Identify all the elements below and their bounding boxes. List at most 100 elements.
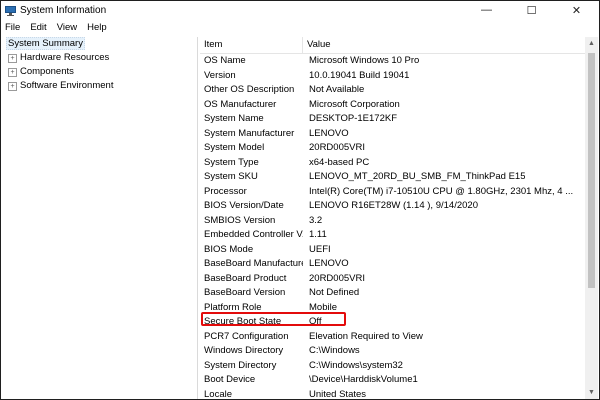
row-item: OS Manufacturer <box>204 98 277 110</box>
row-value: DESKTOP-1E172KF <box>309 113 398 124</box>
row-item: Version <box>204 69 236 81</box>
row-value: Intel(R) Core(TM) i7-10510U CPU @ 1.80GH… <box>309 185 574 197</box>
row-item: SMBIOS Version <box>204 214 276 226</box>
monitor-icon <box>5 5 16 16</box>
list-row[interactable]: OS Manufacturer Microsoft Corporation <box>200 98 585 113</box>
row-item: Boot Device <box>204 374 256 385</box>
row-item: Secure Boot State <box>204 316 282 327</box>
menu-edit[interactable]: Edit <box>25 22 51 33</box>
list-row[interactable]: Platform Role Mobile <box>200 301 585 316</box>
list-row[interactable]: Locale United States <box>200 388 585 400</box>
menu-file[interactable]: File <box>1 22 25 33</box>
list-row[interactable]: System Model 20RD005VRI <box>200 141 585 156</box>
list-row[interactable]: PCR7 Configuration Elevation Required to … <box>200 330 585 345</box>
list-row[interactable]: Secure Boot State Off <box>200 315 585 330</box>
row-value: LENOVO <box>309 127 349 139</box>
row-item: Embedded Controller V... <box>204 229 303 240</box>
row-value: 1.11 <box>309 229 327 240</box>
row-value: Not Defined <box>309 287 360 298</box>
scroll-thumb[interactable] <box>588 53 595 288</box>
window-title: System Information <box>20 4 107 16</box>
tree-item-label: Software Environment <box>20 80 114 91</box>
row-item: System Type <box>204 156 259 168</box>
row-value: Microsoft Corporation <box>309 98 400 110</box>
row-item: Processor <box>204 185 247 197</box>
tree-item-label: Components <box>20 66 74 77</box>
details-list: Item Value OS Name Microsoft Windows 10 P… <box>200 37 585 399</box>
list-row[interactable]: Boot Device \Device\HarddiskVolume1 <box>200 373 585 388</box>
expand-icon[interactable]: + <box>8 67 17 77</box>
row-item: System Directory <box>204 359 277 371</box>
list-row[interactable]: System Name DESKTOP-1E172KF <box>200 112 585 127</box>
tree-item-system-summary[interactable]: System Summary <box>3 37 197 51</box>
expand-icon[interactable]: + <box>8 81 17 91</box>
row-value: LENOVO <box>309 258 349 269</box>
tree-item-label: Hardware Resources <box>20 52 110 63</box>
list-row[interactable]: Processor Intel(R) Core(TM) i7-10510U CPU… <box>200 185 585 200</box>
expand-icon[interactable]: + <box>8 53 17 63</box>
list-row[interactable]: Windows Directory C:\Windows <box>200 344 585 359</box>
row-value: 20RD005VRI <box>309 272 365 284</box>
tree-item-components[interactable]: + Components <box>3 65 197 79</box>
system-information-window: System Information — ☐ ✕ File Edit View … <box>0 0 600 400</box>
title-bar[interactable]: System Information — ☐ ✕ <box>1 1 599 19</box>
row-item: System SKU <box>204 171 258 182</box>
list-row[interactable]: System SKU LENOVO_MT_20RD_BU_SMB_FM_Think… <box>200 170 585 185</box>
row-item: Locale <box>204 388 232 400</box>
row-value: Microsoft Windows 10 Pro <box>309 55 420 66</box>
row-item: BaseBoard Version <box>204 287 286 298</box>
row-item: BIOS Version/Date <box>204 200 284 211</box>
menu-view[interactable]: View <box>52 22 82 33</box>
row-value: Elevation Required to View <box>309 330 423 342</box>
row-item: Platform Role <box>204 301 262 313</box>
row-item: BaseBoard Product <box>204 272 287 284</box>
row-item: Other OS Description <box>204 84 295 95</box>
vertical-scrollbar[interactable]: ▲ ▼ <box>585 37 598 399</box>
tree-item-hardware-resources[interactable]: + Hardware Resources <box>3 51 197 65</box>
row-item: BIOS Mode <box>204 243 254 255</box>
column-header-item[interactable]: Item <box>200 37 303 53</box>
list-row[interactable]: BaseBoard Product 20RD005VRI <box>200 272 585 287</box>
menu-help[interactable]: Help <box>82 22 112 33</box>
list-row[interactable]: Other OS Description Not Available <box>200 83 585 98</box>
row-item: Windows Directory <box>204 345 284 356</box>
row-value: x64-based PC <box>309 156 370 168</box>
row-value: Not Available <box>309 84 365 95</box>
maximize-button[interactable]: ☐ <box>509 1 554 19</box>
row-value: United States <box>309 388 367 400</box>
row-value: LENOVO_MT_20RD_BU_SMB_FM_ThinkPad E15 <box>309 171 526 182</box>
list-row[interactable]: Embedded Controller V... 1.11 <box>200 228 585 243</box>
list-row[interactable]: System Manufacturer LENOVO <box>200 127 585 142</box>
row-value: Off <box>309 316 322 327</box>
row-value: C:\Windows <box>309 345 360 356</box>
row-item: System Manufacturer <box>204 127 295 139</box>
list-header: Item Value <box>200 37 585 54</box>
row-item: System Model <box>204 142 265 153</box>
scroll-down-arrow-icon[interactable]: ▼ <box>585 386 598 399</box>
list-row[interactable]: BIOS Version/Date LENOVO R16ET28W (1.14 )… <box>200 199 585 214</box>
row-value: 10.0.19041 Build 19041 <box>309 69 410 81</box>
minimize-button[interactable]: — <box>464 1 509 19</box>
row-value: \Device\HarddiskVolume1 <box>309 374 418 385</box>
row-item: OS Name <box>204 55 246 66</box>
list-row[interactable]: BaseBoard Manufacturer LENOVO <box>200 257 585 272</box>
row-item: System Name <box>204 113 264 124</box>
list-row[interactable]: System Directory C:\Windows\system32 <box>200 359 585 374</box>
row-value: 20RD005VRI <box>309 142 365 153</box>
tree-item-software-environment[interactable]: + Software Environment <box>3 79 197 93</box>
row-value: Mobile <box>309 301 337 313</box>
row-value: LENOVO R16ET28W (1.14 ), 9/14/2020 <box>309 200 478 211</box>
list-row[interactable]: BIOS Mode UEFI <box>200 243 585 258</box>
list-row[interactable]: OS Name Microsoft Windows 10 Pro <box>200 54 585 69</box>
list-row[interactable]: System Type x64-based PC <box>200 156 585 171</box>
row-item: BaseBoard Manufacturer <box>204 258 303 269</box>
list-row[interactable]: BaseBoard Version Not Defined <box>200 286 585 301</box>
column-header-value[interactable]: Value <box>303 37 331 53</box>
row-value: 3.2 <box>309 214 323 226</box>
row-item: PCR7 Configuration <box>204 330 289 342</box>
list-row[interactable]: Version 10.0.19041 Build 19041 <box>200 69 585 84</box>
close-button[interactable]: ✕ <box>554 1 599 19</box>
list-row[interactable]: SMBIOS Version 3.2 <box>200 214 585 229</box>
row-value: UEFI <box>309 243 331 255</box>
scroll-up-arrow-icon[interactable]: ▲ <box>585 37 598 50</box>
